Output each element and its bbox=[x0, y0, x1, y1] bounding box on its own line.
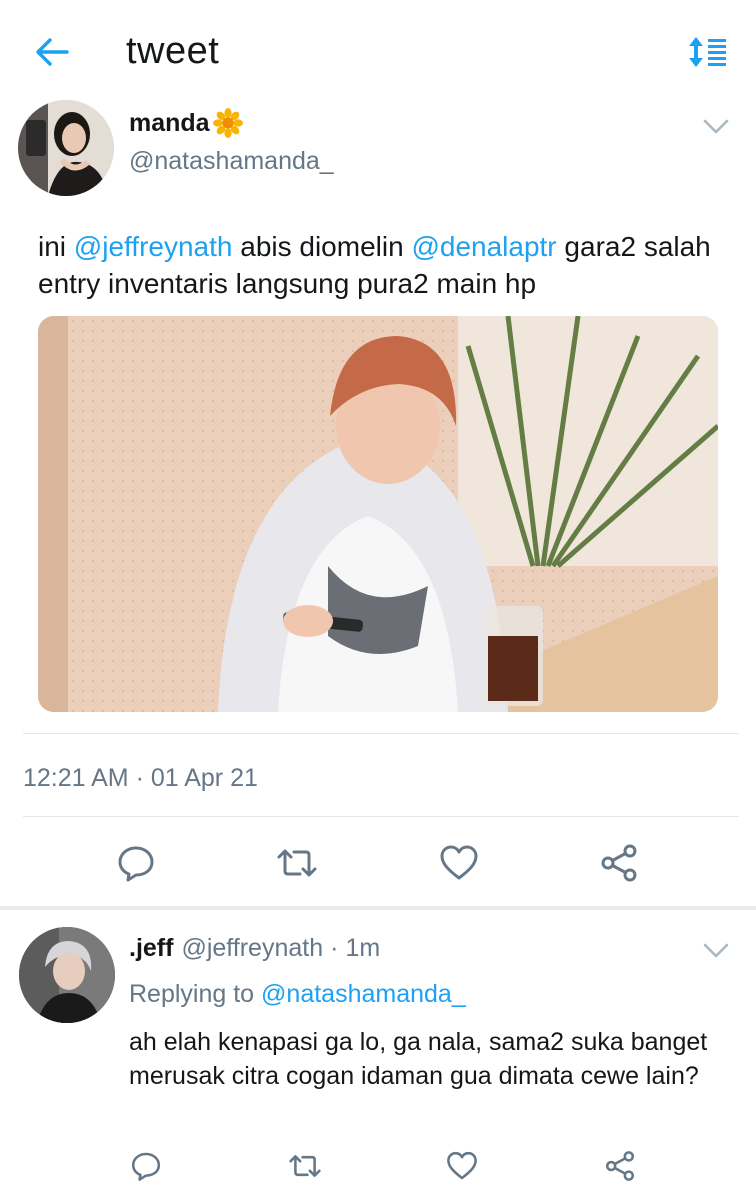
author-name-text: manda bbox=[129, 108, 210, 137]
avatar[interactable] bbox=[19, 927, 115, 1023]
sort-button[interactable] bbox=[686, 30, 730, 74]
share-button[interactable] bbox=[598, 1144, 642, 1188]
sunflower-emoji-icon bbox=[212, 108, 243, 138]
reply-timestamp: 1m bbox=[345, 934, 381, 962]
retweet-button[interactable] bbox=[283, 1144, 327, 1188]
photo-content bbox=[38, 316, 718, 712]
share-icon bbox=[605, 1151, 635, 1181]
replying-to-handle[interactable]: @natashamanda_ bbox=[261, 980, 466, 1008]
tweet-text-part: ini bbox=[38, 231, 74, 262]
tweet-timestamp: 12:21 AM · 01 Apr 21 bbox=[23, 764, 258, 792]
avatar[interactable] bbox=[18, 100, 114, 196]
retweet-icon bbox=[289, 1155, 321, 1177]
avatar-photo bbox=[18, 100, 114, 196]
back-button[interactable] bbox=[30, 30, 74, 74]
arrow-left-icon bbox=[36, 38, 69, 66]
mention-link[interactable]: @denalaptr bbox=[411, 231, 556, 262]
retweet-button[interactable] bbox=[275, 841, 319, 885]
sort-list-icon bbox=[689, 37, 726, 67]
like-icon bbox=[447, 1151, 477, 1180]
like-button[interactable] bbox=[440, 1144, 484, 1188]
divider bbox=[23, 733, 739, 734]
tweet-text: ini @jeffreynath abis diomelin @denalapt… bbox=[38, 228, 738, 302]
replying-to: Replying to @natashamanda_ bbox=[129, 980, 466, 1009]
reply-author-handle[interactable]: @jeffreynath bbox=[181, 934, 323, 963]
retweet-icon bbox=[277, 849, 317, 877]
like-button[interactable] bbox=[437, 841, 481, 885]
reply-menu-button[interactable] bbox=[700, 934, 732, 966]
reply-button[interactable] bbox=[114, 841, 158, 885]
separator-dot: · bbox=[330, 934, 339, 962]
like-icon bbox=[440, 845, 478, 880]
reply-button[interactable] bbox=[124, 1144, 168, 1188]
chevron-down-icon bbox=[703, 943, 729, 958]
reply-tweet[interactable]: .jeff @jeffreynath · 1m Replying to @nat… bbox=[0, 912, 756, 1200]
reply-icon bbox=[118, 846, 154, 882]
reply-icon bbox=[131, 1152, 161, 1181]
share-icon bbox=[601, 844, 637, 882]
replying-to-label: Replying to bbox=[129, 980, 262, 1008]
author-handle[interactable]: @natashamanda_ bbox=[129, 147, 334, 176]
mention-link[interactable]: @jeffreynath bbox=[74, 231, 233, 262]
reply-header: .jeff @jeffreynath · 1m bbox=[129, 934, 380, 963]
reply-author-name[interactable]: .jeff bbox=[129, 934, 173, 963]
tweet-photo[interactable] bbox=[38, 316, 718, 712]
divider bbox=[23, 816, 739, 817]
page-title: tweet bbox=[126, 30, 220, 72]
section-divider bbox=[0, 906, 756, 910]
top-bar: tweet bbox=[0, 0, 756, 100]
avatar-photo bbox=[19, 927, 115, 1023]
tweet-text-part: abis diomelin bbox=[232, 231, 412, 262]
reply-text: ah elah kenapasi ga lo, ga nala, sama2 s… bbox=[129, 1028, 708, 1090]
share-button[interactable] bbox=[597, 841, 641, 885]
tweet-menu-button[interactable] bbox=[700, 110, 732, 142]
author-name[interactable]: manda bbox=[129, 108, 243, 138]
chevron-down-icon bbox=[703, 119, 729, 134]
